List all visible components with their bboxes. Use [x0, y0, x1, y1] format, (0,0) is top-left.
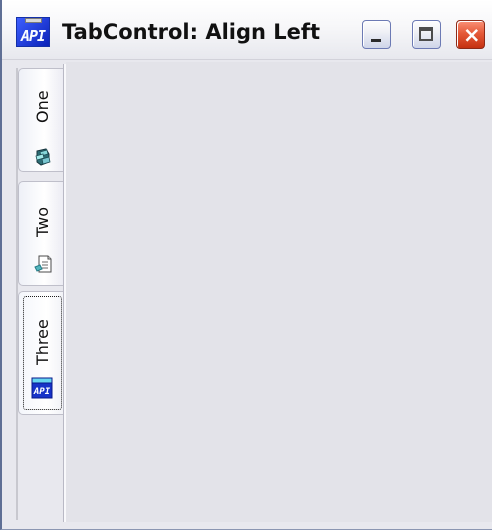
close-icon: × — [463, 23, 481, 47]
monitor-stack-icon — [35, 148, 51, 166]
window-titlebar[interactable]: API TabControl: Align Left × — [2, 0, 492, 60]
tab-two[interactable]: Two — [18, 181, 65, 286]
tab-content-panel — [66, 62, 492, 522]
tab-one-label: One — [33, 90, 52, 124]
document-icon — [34, 255, 52, 273]
left-tab-strip: One Two Three API — [8, 60, 66, 522]
app-icon-label: API — [20, 27, 46, 45]
close-button[interactable]: × — [456, 20, 485, 49]
api-app-icon: API — [16, 17, 50, 47]
maximize-icon — [419, 27, 433, 41]
maximize-button[interactable] — [412, 20, 441, 49]
minimize-icon — [371, 39, 381, 42]
tab-three[interactable]: Three API — [18, 291, 65, 415]
tab-two-label: Two — [33, 207, 52, 237]
svg-text:API: API — [33, 387, 51, 397]
minimize-button[interactable] — [362, 20, 391, 49]
tabcontrol-window: API TabControl: Align Left × One Two Thr… — [0, 0, 492, 530]
tabcontrol-client-area: One Two Three API — [2, 60, 492, 529]
tab-three-label: Three — [33, 319, 52, 365]
tab-one[interactable]: One — [18, 68, 65, 172]
window-title: TabControl: Align Left — [62, 20, 321, 44]
api-icon: API — [31, 377, 53, 399]
